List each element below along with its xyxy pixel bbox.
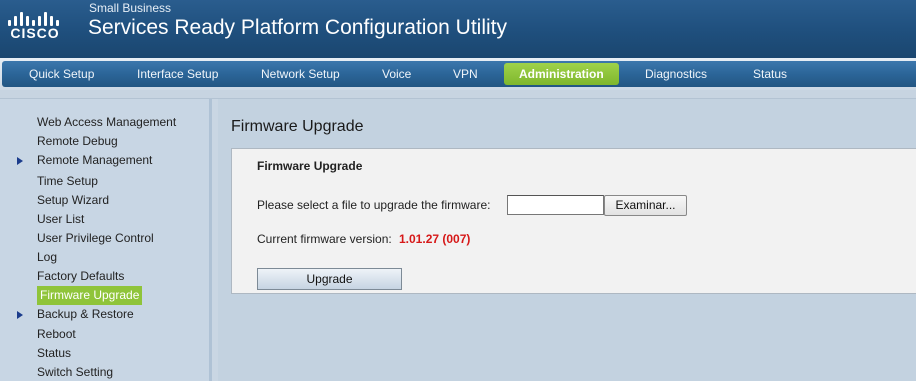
cisco-logo-icon: CISCO [6,4,64,52]
page-title: Firmware Upgrade [231,118,364,135]
sidebar-item-user-list[interactable]: User List [37,210,84,229]
browse-button[interactable]: Examinar... [604,195,687,216]
app-title: Services Ready Platform Configuration Ut… [88,16,507,39]
sidebar-item-firmware-upgrade[interactable]: Firmware Upgrade [37,286,143,305]
nav-vpn[interactable]: VPN [453,61,478,87]
sidebar-item-switch-setting[interactable]: Switch Setting [37,363,113,381]
triangle-right-icon[interactable] [17,157,23,165]
file-select-label: Please select a file to upgrade the firm… [257,198,491,212]
sidebar-item-setup-wizard[interactable]: Setup Wizard [37,191,109,210]
nav-network-setup[interactable]: Network Setup [261,61,340,87]
current-firmware-label: Current firmware version: [257,232,392,246]
sidebar-item-time-setup[interactable]: Time Setup [37,172,98,191]
nav-divider [0,90,916,99]
firmware-file-input[interactable] [507,195,604,215]
upgrade-button[interactable]: Upgrade [257,268,402,290]
sidebar-item-web-access-management[interactable]: Web Access Management [37,113,176,132]
nav-voice[interactable]: Voice [382,61,411,87]
nav-interface-setup[interactable]: Interface Setup [137,61,218,87]
nav-status[interactable]: Status [753,61,787,87]
panel-title: Firmware Upgrade [257,159,363,173]
nav-quick-setup[interactable]: Quick Setup [29,61,94,87]
sidebar-item-factory-defaults[interactable]: Factory Defaults [37,267,124,286]
current-firmware-value: 1.01.27 (007) [399,232,471,246]
sidebar-item-log[interactable]: Log [37,248,57,267]
sidebar-item-backup-restore[interactable]: Backup & Restore [37,305,134,324]
sidebar-item-status[interactable]: Status [37,344,71,363]
sidebar-item-user-privilege-control[interactable]: User Privilege Control [37,229,154,248]
main-nav: Quick Setup Interface Setup Network Setu… [2,61,916,87]
sidebar-item-reboot[interactable]: Reboot [37,325,76,344]
logo-text: CISCO [10,25,60,41]
sidebar-item-remote-management[interactable]: Remote Management [37,151,152,170]
nav-administration[interactable]: Administration [504,63,619,85]
triangle-right-icon[interactable] [17,311,23,319]
sub-brand: Small Business [89,1,172,15]
nav-diagnostics[interactable]: Diagnostics [645,61,707,87]
app-header: CISCO Small Business Services Ready Plat… [0,0,916,58]
sidebar-item-remote-debug[interactable]: Remote Debug [37,132,118,151]
